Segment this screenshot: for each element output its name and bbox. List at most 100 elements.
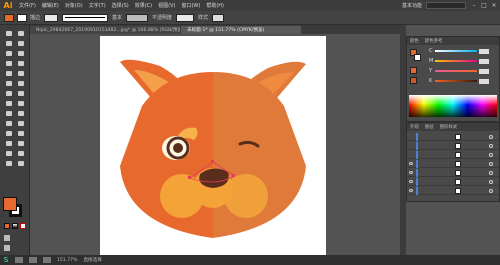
zoom-tool-icon[interactable]: [15, 159, 26, 167]
scale-tool-icon[interactable]: [15, 89, 26, 97]
layer-row[interactable]: [407, 178, 499, 186]
taskbar-icon[interactable]: [29, 257, 37, 263]
brush-dropdown[interactable]: [126, 13, 149, 22]
menu-file[interactable]: 文件(F): [16, 2, 39, 9]
visibility-eye-icon[interactable]: [409, 180, 413, 183]
slider-yellow[interactable]: Y: [429, 68, 489, 74]
workspace-switcher[interactable]: 基本功能: [398, 2, 426, 9]
layer-target-icon[interactable]: [489, 180, 493, 184]
menu-help[interactable]: 帮助(H): [203, 2, 227, 9]
slider-magenta-track[interactable]: [435, 60, 477, 62]
taskbar-icon[interactable]: [43, 257, 51, 263]
pen-tool-icon[interactable]: [3, 49, 14, 57]
stroke-profile-dropdown[interactable]: [62, 13, 109, 22]
menu-effect[interactable]: 效果(C): [132, 2, 155, 9]
stroke-color-control[interactable]: [17, 13, 27, 22]
fox-illustration[interactable]: [100, 36, 326, 255]
slider-yellow-track[interactable]: [435, 70, 477, 72]
selection-tool-icon[interactable]: [3, 29, 14, 37]
slice-tool-icon[interactable]: [15, 149, 26, 157]
layer-row[interactable]: [407, 133, 499, 141]
symbol-sprayer-tool-icon[interactable]: [3, 139, 14, 147]
slider-cyan-value[interactable]: [479, 48, 489, 54]
tab-layers[interactable]: 图层: [422, 123, 437, 131]
gradient-tool-icon[interactable]: [15, 119, 26, 127]
blend-tool-icon[interactable]: [15, 129, 26, 137]
brush-tool-icon[interactable]: [15, 69, 26, 77]
tab-color[interactable]: 颜色: [407, 37, 422, 45]
tab-document-1[interactable]: Nipic_29842667_20190910153482...jpg* @ 1…: [30, 26, 180, 34]
free-transform-tool-icon[interactable]: [15, 99, 26, 107]
slider-black-track[interactable]: [435, 80, 477, 82]
visibility-eye-icon[interactable]: [409, 189, 413, 192]
anchor-point-1[interactable]: [188, 176, 191, 179]
rectangle-tool-icon[interactable]: [3, 69, 14, 77]
lasso-tool-icon[interactable]: [15, 39, 26, 47]
menu-view[interactable]: 视图(V): [155, 2, 178, 9]
tab-graphic-styles[interactable]: 图形样式: [437, 123, 461, 131]
draw-mode-icon[interactable]: [4, 235, 10, 241]
screen-mode-icon[interactable]: [4, 245, 10, 251]
slider-black-value[interactable]: [479, 78, 489, 84]
taskbar-icon[interactable]: [15, 257, 23, 263]
anchor-point-2[interactable]: [211, 160, 214, 163]
none-mode-icon[interactable]: [20, 223, 26, 229]
panel-extra-swatch[interactable]: [410, 67, 417, 74]
shape-builder-tool-icon[interactable]: [3, 109, 14, 117]
search-input[interactable]: [426, 2, 466, 9]
eyedropper-tool-icon[interactable]: [3, 129, 14, 137]
visibility-eye-icon[interactable]: [409, 171, 413, 174]
color-mode-icon[interactable]: [4, 223, 10, 229]
fill-color-swatch[interactable]: [3, 197, 17, 211]
slider-black[interactable]: K: [429, 78, 489, 84]
layer-target-icon[interactable]: [489, 189, 493, 193]
panel-extra-swatch-2[interactable]: [410, 77, 417, 84]
layer-row[interactable]: [407, 142, 499, 150]
style-dropdown[interactable]: [212, 13, 225, 22]
menu-object[interactable]: 对象(O): [62, 2, 86, 9]
layer-target-icon[interactable]: [489, 153, 493, 157]
layer-target-icon[interactable]: [489, 135, 493, 139]
layer-target-icon[interactable]: [489, 171, 493, 175]
direct-selection-tool-icon[interactable]: [15, 29, 26, 37]
layer-row[interactable]: [407, 151, 499, 159]
magic-wand-tool-icon[interactable]: [3, 39, 14, 47]
canvas-area[interactable]: [30, 34, 400, 255]
slider-cyan-track[interactable]: [435, 50, 477, 52]
graph-tool-icon[interactable]: [15, 139, 26, 147]
maximize-button[interactable]: □: [480, 2, 488, 10]
layer-target-icon[interactable]: [489, 162, 493, 166]
menu-type[interactable]: 文字(T): [86, 2, 109, 9]
layer-row[interactable]: [407, 169, 499, 177]
slider-yellow-value[interactable]: [479, 68, 489, 74]
close-button[interactable]: ×: [490, 2, 498, 10]
panel-stroke-swatch[interactable]: [414, 54, 421, 61]
width-tool-icon[interactable]: [3, 99, 14, 107]
perspective-tool-icon[interactable]: [15, 109, 26, 117]
menu-edit[interactable]: 编辑(E): [39, 2, 62, 9]
fill-color-control[interactable]: [4, 13, 14, 22]
mesh-tool-icon[interactable]: [3, 119, 14, 127]
opacity-field[interactable]: [176, 13, 195, 22]
type-tool-icon[interactable]: [3, 59, 14, 67]
tab-document-2[interactable]: 未标题-1* @ 151.77% (CMYK/预览): [181, 26, 301, 34]
anchor-point-3[interactable]: [232, 174, 235, 177]
line-tool-icon[interactable]: [15, 59, 26, 67]
minimize-button[interactable]: –: [470, 2, 478, 10]
artboard-tool-icon[interactable]: [3, 149, 14, 157]
pencil-tool-icon[interactable]: [3, 79, 14, 87]
curvature-tool-icon[interactable]: [15, 49, 26, 57]
color-spectrum[interactable]: [409, 95, 497, 117]
zoom-level[interactable]: 151.77%: [54, 258, 80, 263]
opacity-label[interactable]: 不透明度: [152, 14, 172, 21]
layer-row[interactable]: [407, 160, 499, 168]
slider-magenta-value[interactable]: [479, 58, 489, 64]
start-icon[interactable]: S: [0, 255, 12, 265]
visibility-eye-icon[interactable]: [409, 162, 413, 165]
slider-cyan[interactable]: C: [429, 48, 489, 54]
tab-color-guide[interactable]: 颜色参考: [422, 37, 446, 45]
layer-row[interactable]: [407, 187, 499, 195]
menu-select[interactable]: 选择(S): [109, 2, 132, 9]
rotate-tool-icon[interactable]: [3, 89, 14, 97]
slider-magenta[interactable]: M: [429, 58, 489, 64]
